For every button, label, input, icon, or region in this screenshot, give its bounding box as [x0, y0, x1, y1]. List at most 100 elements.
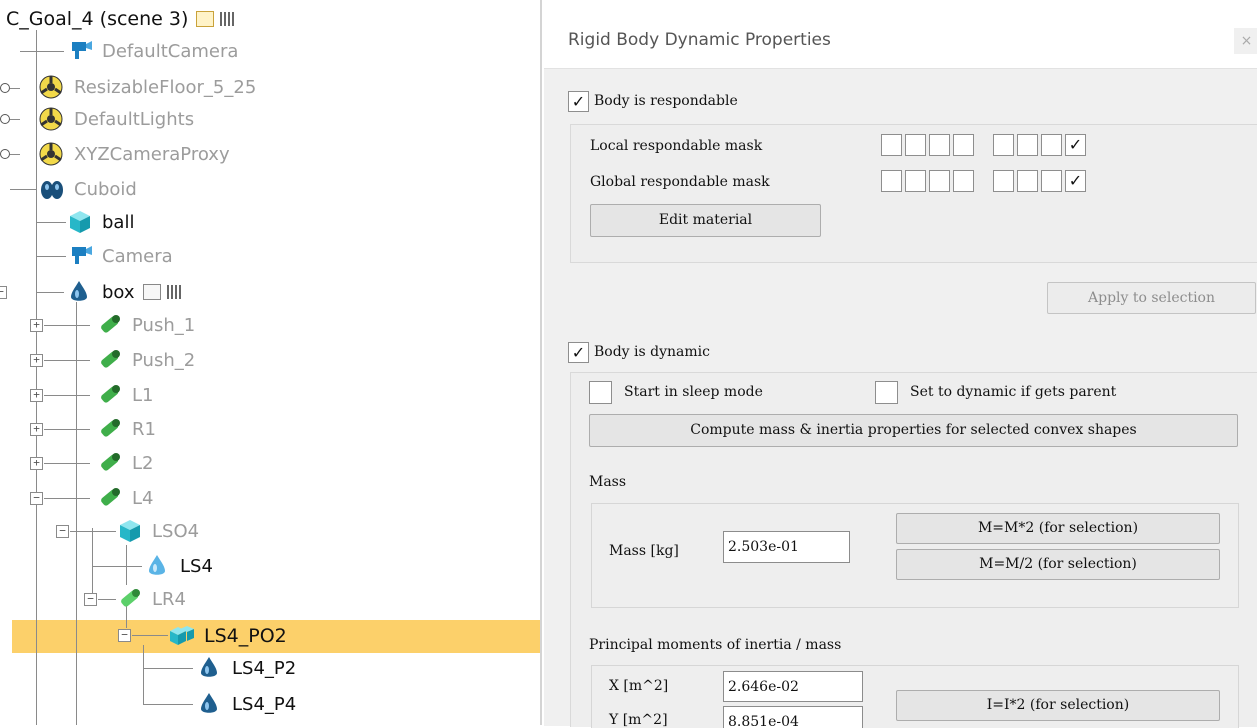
mass-group: Mass [kg] 2.503e-01 M=M*2 (for selection… — [591, 503, 1239, 608]
camera-icon — [66, 243, 94, 269]
local-mask-bit-6[interactable] — [1017, 134, 1038, 156]
mass-input[interactable]: 2.503e-01 — [723, 531, 850, 563]
mass-section-label: Mass — [589, 474, 627, 490]
local-mask-bits: ✓ — [881, 134, 1141, 158]
mass-half-button[interactable]: M=M/2 (for selection) — [896, 549, 1220, 580]
respondable-checkbox[interactable]: ✓ — [568, 91, 589, 112]
collapse-toggle[interactable]: − — [30, 492, 43, 505]
global-mask-bit-3[interactable] — [929, 170, 950, 192]
inertia-section-label: Principal moments of inertia / mass — [589, 637, 842, 653]
dynamic-if-parent-checkbox[interactable] — [875, 381, 898, 404]
tree-item-push-2[interactable]: Push_2 — [96, 344, 195, 376]
script-icon — [196, 11, 215, 27]
collapse-toggle[interactable]: − — [84, 593, 97, 606]
inertia-x-label: X [m^2] — [609, 678, 669, 694]
dialog-body: ✓ Body is respondable Local respondable … — [544, 68, 1257, 728]
tree-item-defaultlights[interactable]: DefaultLights — [38, 103, 194, 135]
local-mask-bit-8[interactable]: ✓ — [1065, 134, 1086, 156]
tree-item-l2[interactable]: L2 — [96, 447, 153, 479]
tree-item-ls4-p2[interactable]: LS4_P2 — [196, 652, 296, 684]
dynamic-label: Body is dynamic — [594, 344, 710, 360]
inertia-y-label: Y [m^2] — [609, 712, 668, 728]
model-icon — [38, 74, 66, 100]
respondable-group: Local respondable mask Global respondabl… — [570, 124, 1257, 263]
dynamic-checkbox[interactable]: ✓ — [568, 342, 589, 363]
tree-item-l4[interactable]: L4 — [96, 482, 153, 514]
joint-icon — [96, 347, 124, 373]
collapse-toggle[interactable]: − — [118, 629, 131, 642]
local-mask-bit-1[interactable] — [881, 134, 902, 156]
tree-item-ls4[interactable]: LS4 — [144, 550, 213, 582]
local-mask-bit-2[interactable] — [905, 134, 926, 156]
tree-item-resizablefloor[interactable]: ResizableFloor_5_25 — [38, 71, 256, 103]
dynamics-icon — [166, 285, 183, 299]
dynamics-icon — [220, 12, 237, 26]
tree-item-ls4-po2[interactable]: LS4_PO2 — [168, 620, 287, 652]
collapse-toggle[interactable]: − — [56, 525, 69, 538]
sleep-mode-checkbox[interactable] — [589, 381, 612, 404]
tree-item-xyzcameraproxy[interactable]: XYZCameraProxy — [38, 138, 230, 170]
edit-material-button[interactable]: Edit material — [590, 204, 821, 237]
global-mask-bit-7[interactable] — [1041, 170, 1062, 192]
global-mask-bit-4[interactable] — [953, 170, 974, 192]
drop-shape-icon — [196, 655, 224, 681]
joint-icon — [96, 485, 124, 511]
apply-to-selection-button[interactable]: Apply to selection — [1047, 282, 1256, 314]
expand-toggle[interactable]: + — [30, 319, 43, 332]
local-mask-bit-5[interactable] — [993, 134, 1014, 156]
tree-item-ls4-p4[interactable]: LS4_P4 — [196, 688, 296, 720]
model-icon — [38, 106, 66, 132]
joint-icon — [96, 382, 124, 408]
local-mask-bit-7[interactable] — [1041, 134, 1062, 156]
inertia-group: X [m^2] 2.646e-02 Y [m^2] 8.851e-04 I=I*… — [591, 665, 1239, 728]
inertia-double-button[interactable]: I=I*2 (for selection) — [896, 690, 1220, 721]
collapse-toggle[interactable]: − — [0, 286, 7, 299]
global-mask-bits: ✓ — [881, 170, 1141, 194]
scene-hierarchy: C_Goal_4 (scene 3) DefaultCamera Resizab… — [0, 0, 540, 725]
mass-double-button[interactable]: M=M*2 (for selection) — [896, 513, 1220, 544]
model-icon — [38, 141, 66, 167]
rigid-body-dialog: Rigid Body Dynamic Properties × ✓ Body i… — [540, 0, 1257, 728]
local-mask-label: Local respondable mask — [590, 138, 763, 154]
pure-shape-icon — [38, 176, 66, 202]
tree-item-camera[interactable]: Camera — [66, 240, 173, 272]
camera-icon — [66, 38, 94, 64]
joint-icon — [96, 450, 124, 476]
dynamic-if-parent-label: Set to dynamic if gets parent — [910, 384, 1117, 400]
tree-item-lr4[interactable]: LR4 — [116, 583, 186, 615]
compute-mass-inertia-button[interactable]: Compute mass & inertia properties for se… — [589, 414, 1238, 447]
global-mask-bit-6[interactable] — [1017, 170, 1038, 192]
global-mask-bit-8[interactable]: ✓ — [1065, 170, 1086, 192]
drop-shape-icon — [66, 279, 94, 305]
drop-shape-icon — [144, 553, 172, 579]
close-button[interactable]: × — [1234, 28, 1257, 54]
local-mask-bit-3[interactable] — [929, 134, 950, 156]
global-mask-bit-1[interactable] — [881, 170, 902, 192]
tree-item-cuboid[interactable]: Cuboid — [38, 173, 137, 205]
expand-toggle[interactable]: + — [30, 354, 43, 367]
respondable-label: Body is respondable — [594, 93, 738, 109]
tree-item-lso4[interactable]: LSO4 — [116, 515, 199, 547]
joint-icon — [116, 586, 144, 612]
joint-icon — [96, 312, 124, 338]
global-mask-bit-5[interactable] — [993, 170, 1014, 192]
expand-toggle[interactable]: + — [30, 423, 43, 436]
mass-field-label: Mass [kg] — [609, 543, 679, 559]
tree-item-l1[interactable]: L1 — [96, 379, 153, 411]
sleep-mode-label: Start in sleep mode — [624, 384, 763, 400]
tree-item-r1[interactable]: R1 — [96, 413, 156, 445]
tree-item-box[interactable]: box — [66, 276, 183, 308]
drop-shape-icon — [196, 691, 224, 717]
global-mask-bit-2[interactable] — [905, 170, 926, 192]
dynamic-group: Start in sleep mode Set to dynamic if ge… — [570, 372, 1257, 728]
scene-root[interactable]: C_Goal_4 (scene 3) — [6, 3, 237, 35]
expand-toggle[interactable]: + — [30, 389, 43, 402]
joint-icon — [96, 416, 124, 442]
local-mask-bit-4[interactable] — [953, 134, 974, 156]
inertia-x-input[interactable]: 2.646e-02 — [723, 671, 863, 702]
tree-item-defaultcamera[interactable]: DefaultCamera — [66, 35, 238, 67]
expand-toggle[interactable]: + — [30, 457, 43, 470]
compound-shape-icon — [168, 623, 196, 649]
tree-item-ball[interactable]: ball — [66, 206, 134, 238]
tree-item-push-1[interactable]: Push_1 — [96, 309, 195, 341]
